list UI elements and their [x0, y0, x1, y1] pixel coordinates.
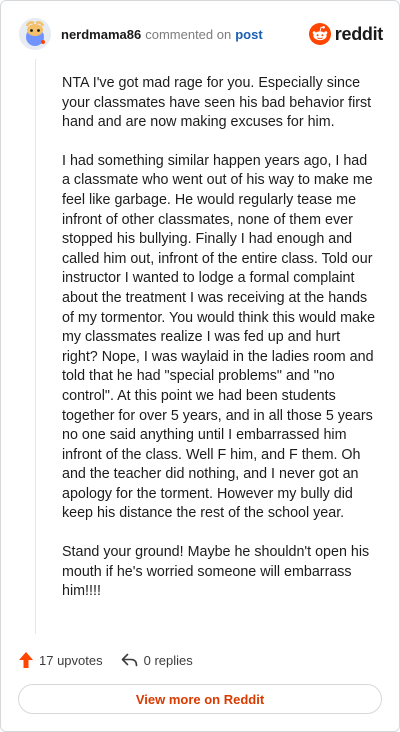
header-text: nerdmama86 commented on post [61, 27, 263, 42]
snoo-avatar-icon [19, 18, 51, 50]
comment-body: NTA I've got mad rage for you. Especiall… [62, 74, 378, 621]
comment-footer: 17 upvotes 0 replies [19, 649, 193, 671]
reply-stat[interactable]: 0 replies [121, 653, 193, 668]
comment-paragraph: NTA I've got mad rage for you. Especiall… [62, 75, 372, 131]
reddit-logo-icon [308, 23, 331, 45]
comment-paragraph: I had something similar happen years ago… [62, 152, 376, 522]
user-avatar[interactable] [19, 18, 51, 50]
reddit-comment-embed: nerdmama86 commented on post reddit NTA I'… [0, 0, 400, 732]
view-more-button[interactable]: View more on Reddit [18, 684, 382, 714]
reddit-wordmark: reddit [334, 23, 384, 44]
post-link[interactable]: post [235, 27, 262, 42]
username-link[interactable]: nerdmama86 [61, 27, 141, 42]
reply-arrow-icon [121, 653, 137, 667]
reddit-brand[interactable]: reddit [308, 23, 384, 45]
reply-count: 0 replies [143, 652, 193, 668]
upvote-stat[interactable]: 17 upvotes [19, 652, 103, 668]
comment-paragraph: Stand your ground! Maybe he shouldn't op… [62, 544, 370, 600]
commented-on-text: commented on [145, 26, 232, 42]
thread-line [35, 59, 36, 634]
upvote-arrow-icon [19, 652, 33, 668]
comment-header: nerdmama86 commented on post reddit [19, 17, 383, 51]
upvote-count: 17 upvotes [39, 652, 103, 668]
